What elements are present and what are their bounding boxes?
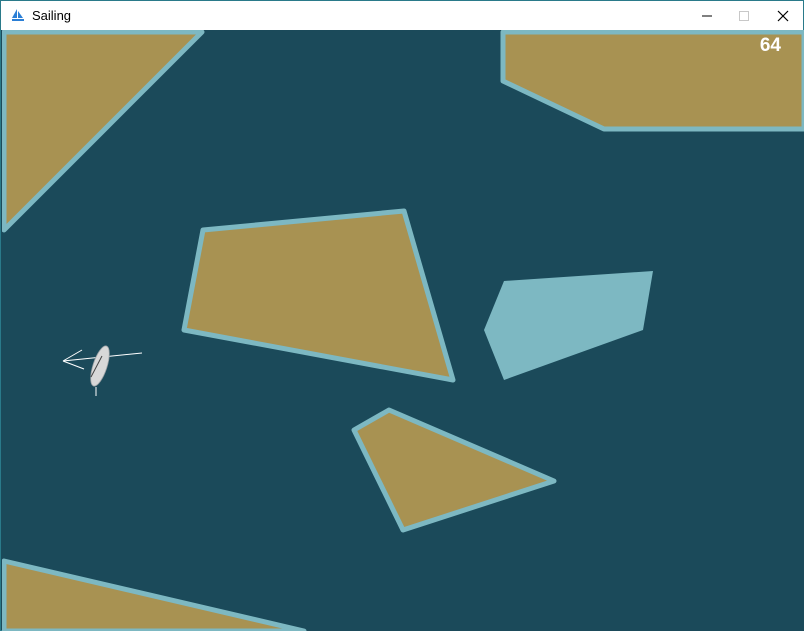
minimize-icon <box>702 15 712 16</box>
game-window: Sailing 64 <box>0 0 804 631</box>
window-title: Sailing <box>32 8 72 23</box>
minimize-button[interactable] <box>687 1 727 30</box>
game-canvas[interactable] <box>2 30 804 631</box>
maximize-icon <box>739 10 749 21</box>
score-counter: 64 <box>759 35 781 56</box>
sailboat-app-icon <box>12 9 24 21</box>
close-button[interactable] <box>763 1 803 30</box>
maximize-button[interactable] <box>724 1 764 30</box>
title-bar[interactable]: Sailing <box>1 1 803 30</box>
close-icon <box>777 10 789 21</box>
